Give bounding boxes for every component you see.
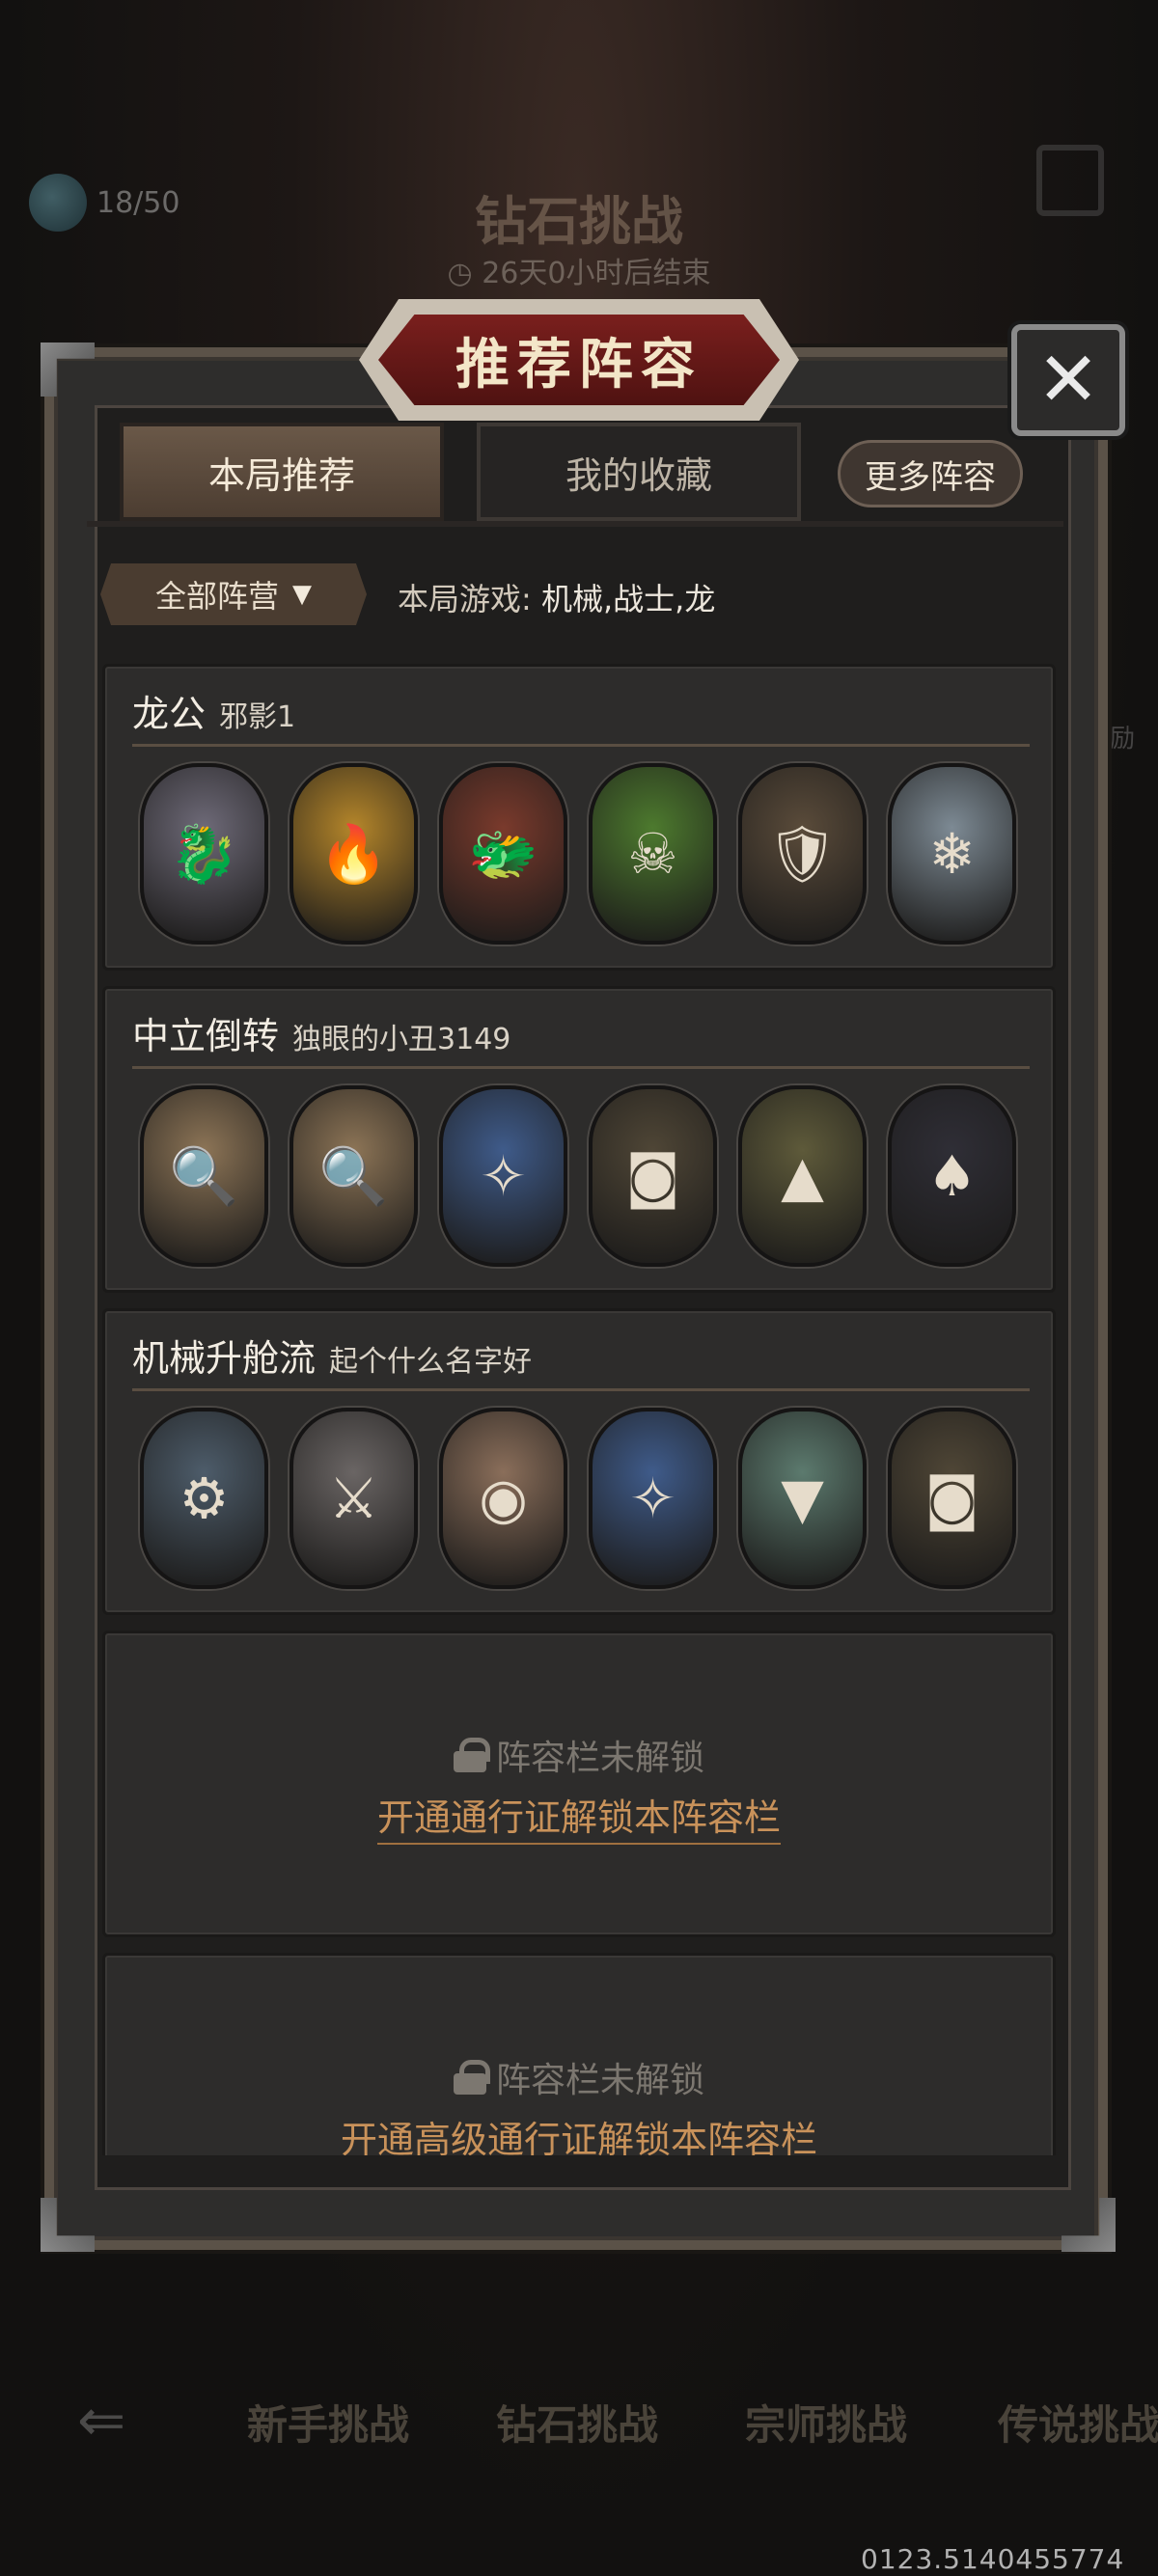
hero-portrait[interactable]: ▼ [738,1408,867,1589]
nav-diamond: 钻石挑战 [496,2401,659,2449]
lineup-card[interactable]: 中立倒转 独眼的小丑3149 🔍 🔍 ✧ ◙ ▲ ♠ [102,986,1056,1293]
treasure-mimic-icon: ◙ [625,1143,680,1209]
cyborg-icon: ◉ [479,1466,528,1531]
shield-knight-icon: 🛡 [766,821,839,887]
hero-portrait[interactable]: 🛡 [738,763,867,945]
hero-portrait[interactable]: ❄ [888,763,1016,945]
tab-favorites[interactable]: 我的收藏 [477,423,801,521]
knight-helmet-icon: ⚔ [328,1466,379,1531]
tab-current-recommend[interactable]: 本局推荐 [120,423,444,521]
hero-portrait[interactable]: ☠ [589,763,717,945]
hero-portrait[interactable]: 🐉 [140,763,268,945]
unlock-link-wrap: 开通高级通行证解锁本阵容栏 [105,2110,1053,2155]
detective-icon: 🔍 [318,1143,389,1209]
tab-divider [87,521,1063,527]
blue-dragon-icon: ❄ [928,821,976,887]
screen-title: 钻石挑战 [475,190,683,252]
exit-icon [1036,145,1104,216]
modal-title: 推荐阵容 [455,332,703,397]
lineup-header: 龙公 邪影1 [132,684,295,737]
hero-portrait[interactable]: 🔍 [290,1085,418,1267]
red-dragon-icon: 🐲 [468,821,538,887]
hero-portrait[interactable]: ✧ [589,1408,717,1589]
hero-portrait[interactable]: ▲ [738,1085,867,1267]
footer-id: 0123.5140455774 [861,2543,1125,2575]
divider [132,1066,1030,1069]
treasure-mimic-icon: ◙ [924,1466,979,1531]
unlock-premium-pass-link[interactable]: 开通高级通行证解锁本阵容栏 [340,2119,817,2155]
hero-portrait[interactable]: 🔥 [290,763,418,945]
locked-lineup-slot: 阵容栏未解锁 开通高级通行证解锁本阵容栏 [102,1953,1056,2155]
close-icon: ✕ [1036,337,1100,424]
lock-status: 阵容栏未解锁 [105,1730,1053,1780]
game-info: 本局游戏: 机械,战士,龙 [398,575,715,619]
hero-portrait[interactable]: ⚙ [140,1408,268,1589]
lineup-author: 起个什么名字好 [329,1345,533,1379]
lock-icon [453,1738,490,1772]
hero-portrait[interactable]: ✧ [439,1085,567,1267]
unlock-link-wrap: 开通通行证解锁本阵容栏 [105,1788,1053,1845]
hero-portrait[interactable]: ◉ [439,1408,567,1589]
more-lineups-button[interactable]: 更多阵容 [838,440,1023,507]
locked-lineup-slot: 阵容栏未解锁 开通通行证解锁本阵容栏 [102,1631,1056,1937]
hero-portrait[interactable]: ♠ [888,1085,1016,1267]
unlock-pass-link[interactable]: 开通通行证解锁本阵容栏 [376,1796,781,1845]
filter-label: 全部阵营 [154,578,279,615]
hero-portrait[interactable]: ⚔ [290,1408,418,1589]
poison-dragon-icon: ☠ [627,821,678,887]
elf-sorceress-icon: ✧ [629,1466,676,1531]
lock-text: 阵容栏未解锁 [495,1739,704,1778]
lock-status: 阵容栏未解锁 [105,2052,1053,2102]
clock-icon: ◷ [447,257,482,290]
scroll-clip: 阵容栏未解锁 开通高级通行证解锁本阵容栏 [93,1928,1063,2155]
side-text: 励 [1110,725,1136,754]
lineup-name: 中立倒转 [132,1015,280,1057]
shark-icon: ▼ [781,1466,824,1531]
lineup-author: 邪影1 [219,700,296,734]
lineup-header: 中立倒转 独眼的小丑3149 [132,1006,510,1059]
chevron-down-icon: ▼ [292,580,312,609]
fire-mage-icon: 🔥 [318,821,389,887]
lineup-name: 龙公 [132,693,207,735]
divider [132,1388,1030,1391]
witch-hat-icon: ▲ [781,1143,824,1209]
hero-portrait[interactable]: ◙ [888,1408,1016,1589]
detective-icon: 🔍 [169,1143,239,1209]
robot-icon: ⚙ [179,1466,230,1531]
event-timer: ◷ 26天0小时后结束 [0,249,1158,291]
nav-novice: 新手挑战 [247,2401,410,2449]
close-button[interactable]: ✕ [1011,324,1125,436]
lineup-card[interactable]: 龙公 邪影1 🐉 🔥 🐲 ☠ 🛡 ❄ [102,664,1056,971]
hero-portrait[interactable]: ◙ [589,1085,717,1267]
nav-legend: 传说挑战 [998,2401,1158,2449]
dragon-icon: 🐉 [169,821,239,887]
game-info-label: 本局游戏: [398,581,532,617]
hero-portrait[interactable]: 🔍 [140,1085,268,1267]
game-info-value: 机械,战士,龙 [540,581,716,617]
timer-text: 26天0小时后结束 [482,257,711,290]
title-banner: 推荐阵容 [378,315,780,405]
bottom-nav: ⇐ 新手挑战 钻石挑战 宗师挑战 传说挑战 [0,2373,1158,2460]
hero-row: 🔍 🔍 ✧ ◙ ▲ ♠ [140,1085,1016,1267]
back-arrow-icon: ⇐ [77,2387,126,2454]
lineup-header: 机械升舱流 起个什么名字好 [132,1329,532,1382]
nav-master: 宗师挑战 [745,2401,908,2449]
lineup-name: 机械升舱流 [132,1337,317,1380]
divider [132,744,1030,747]
lock-text: 阵容栏未解锁 [495,2061,704,2100]
lineup-author: 独眼的小丑3149 [292,1023,511,1056]
lineup-card[interactable]: 机械升舱流 起个什么名字好 ⚙ ⚔ ◉ ✧ ▼ ◙ [102,1308,1056,1615]
faction-filter-dropdown[interactable]: 全部阵营 ▼ [100,563,367,625]
magician-icon: ♠ [926,1143,978,1209]
lock-icon [453,2060,490,2095]
elf-sorceress-icon: ✧ [480,1143,527,1209]
hero-row: 🐉 🔥 🐲 ☠ 🛡 ❄ [140,763,1016,945]
hero-row: ⚙ ⚔ ◉ ✧ ▼ ◙ [140,1408,1016,1589]
hero-portrait[interactable]: 🐲 [439,763,567,945]
